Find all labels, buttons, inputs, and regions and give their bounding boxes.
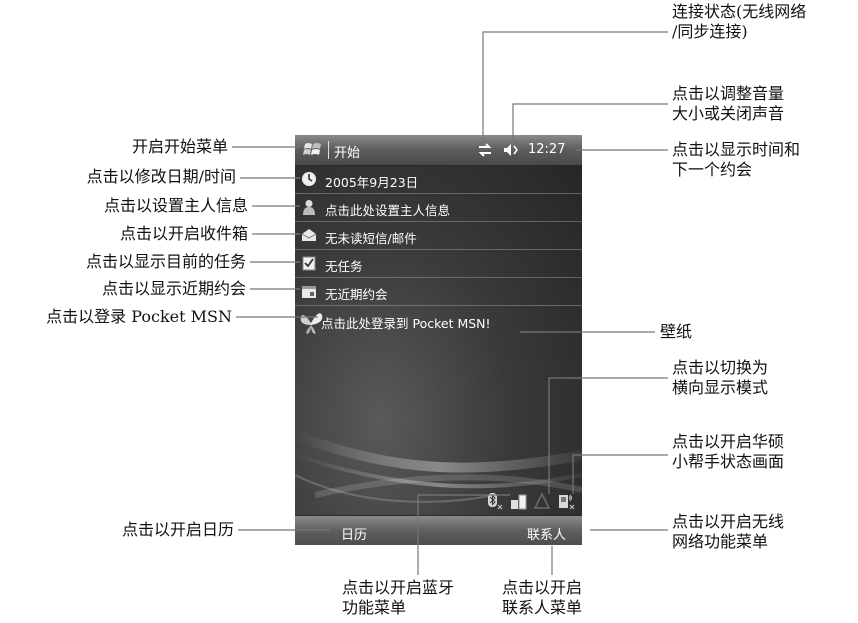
- annotation-start-menu: 开启开始菜单: [131, 137, 228, 156]
- annotation-msn: 点击以登录 Pocket MSN: [46, 307, 232, 326]
- annotation-clock: 点击以显示时间和 下一个约会: [672, 140, 801, 179]
- annotation-contacts: 点击以开启 联系人菜单: [502, 578, 583, 617]
- annotation-inbox: 点击以开启收件箱: [119, 224, 248, 243]
- annotation-tasks: 点击以显示目前的任务: [85, 252, 246, 271]
- annotation-calendar: 点击以开启日历: [121, 520, 234, 539]
- annotation-volume: 点击以调整音量 大小或关闭声音: [672, 84, 785, 123]
- annotation-wireless: 点击以开启无线 网络功能菜单: [672, 512, 785, 551]
- annotation-appointments: 点击以显示近期约会: [101, 279, 246, 298]
- annotation-connection: 连接状态(无线网络 /同步连接): [672, 2, 807, 41]
- annotation-rotate: 点击以切换为 横向显示模式: [672, 358, 769, 397]
- annotation-owner-info: 点击以设置主人信息: [103, 196, 248, 215]
- annotation-wallpaper: 壁纸: [660, 322, 693, 341]
- annotation-bluetooth: 点击以开启蓝牙 功能菜单: [342, 578, 455, 617]
- annotation-asus: 点击以开启华硕 小帮手状态画面: [672, 432, 785, 471]
- annotation-date-time: 点击以修改日期/时间: [86, 167, 236, 186]
